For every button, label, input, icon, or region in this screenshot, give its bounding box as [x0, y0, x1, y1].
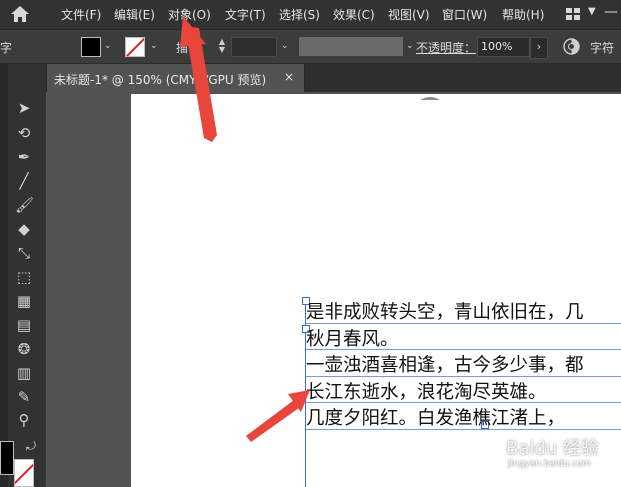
free-transform-tool-icon[interactable]: ⬚ — [15, 268, 33, 286]
menu-bar: 文件(F) 编辑(E) 对象(O) 文字(T) 选择(S) 效果(C) 视图(V… — [0, 0, 621, 30]
graph-tool-icon[interactable]: ▥ — [15, 364, 33, 382]
text-line: 一壶浊酒喜相逢，古今多少事，都 — [306, 353, 621, 380]
menu-window[interactable]: 窗口(W) — [442, 6, 487, 23]
variable-width-profile[interactable] — [299, 37, 403, 56]
watermark-url: jingyan.baidu.com — [508, 459, 592, 469]
eyedropper-tool-icon[interactable]: ✎ — [15, 388, 33, 406]
blend-tool-icon[interactable]: ❂ — [15, 340, 33, 358]
text-line: 长江东逝水，浪花淘尽英雄。 — [306, 380, 621, 407]
opacity-menu-button[interactable]: › — [530, 37, 548, 59]
stroke-weight-stepper[interactable]: ▲ ▼ — [217, 38, 227, 54]
close-icon[interactable]: × — [284, 70, 294, 84]
line-tool-icon[interactable]: ╱ — [15, 172, 33, 190]
swap-colors-icon[interactable]: ⤾ — [22, 437, 40, 455]
text-line: 几度夕阳红。白发渔樵江渚上， — [306, 406, 621, 433]
menu-object[interactable]: 对象(O) — [168, 6, 211, 23]
text-line: 是非成败转头空，青山依旧在，几 — [306, 300, 621, 327]
recolor-artwork-icon[interactable] — [563, 38, 580, 55]
document-tab[interactable]: 未标题-1* @ 150% (CMYK/GPU 预览) × — [46, 64, 305, 92]
watermark-logo: Baidu 经验 — [506, 438, 599, 459]
selection-tool-icon[interactable]: ➤ — [15, 99, 33, 117]
character-label-left: 字 — [0, 41, 13, 55]
opacity-label[interactable]: 不透明度： — [416, 39, 476, 56]
artboard-top-marker — [420, 97, 440, 100]
perspective-grid-tool-icon[interactable]: ▦ — [15, 292, 33, 310]
text-line: 秋月春风。 — [306, 327, 621, 354]
chevron-down-icon[interactable]: ⌄ — [281, 41, 289, 51]
chevron-down-icon[interactable]: ⌄ — [150, 41, 158, 51]
document-tab-title: 未标题-1* @ 150% (CMYK/GPU 预览) — [54, 73, 267, 87]
chevron-down-icon[interactable]: ⌄ — [406, 41, 414, 51]
home-icon[interactable] — [10, 5, 30, 23]
stroke-color-swatch[interactable] — [125, 37, 145, 57]
panel-edge — [0, 64, 8, 487]
chevron-down-icon[interactable]: ⌄ — [104, 41, 112, 51]
zoom-tool-icon[interactable]: ⚲ — [15, 411, 33, 429]
menu-file[interactable]: 文件(F) — [61, 6, 101, 23]
eraser-tool-icon[interactable]: ◆ — [15, 220, 33, 238]
pen-tool-icon[interactable]: ✒ — [15, 148, 33, 166]
chevron-down-icon[interactable]: ▼ — [588, 6, 596, 17]
fill-color-swatch[interactable] — [0, 441, 14, 475]
brush-tool-icon[interactable]: 🖌 — [15, 196, 34, 214]
workspace-grid-icon[interactable] — [566, 8, 580, 20]
opacity-input[interactable]: 100% — [477, 37, 530, 57]
menu-view[interactable]: 视图(V) — [388, 6, 430, 23]
text-frame[interactable]: 是非成败转头空，青山依旧在，几 秋月春风。 一壶浊酒喜相逢，古今多少事，都 长江… — [306, 300, 621, 433]
character-panel-label[interactable]: 字符 — [590, 39, 614, 56]
stroke-weight-input[interactable] — [231, 37, 277, 57]
scale-tool-icon[interactable]: ⤡ — [15, 244, 33, 262]
lasso-tool-icon[interactable]: ⟲ — [15, 124, 33, 142]
menu-type[interactable]: 文字(T) — [225, 6, 266, 23]
menu-help[interactable]: 帮助(H) — [502, 6, 544, 23]
gradient-tool-icon[interactable]: ▤ — [15, 316, 33, 334]
minimize-icon[interactable]: — — [604, 4, 618, 20]
stroke-color-swatch[interactable] — [14, 459, 34, 487]
menu-select[interactable]: 选择(S) — [279, 6, 320, 23]
menu-edit[interactable]: 编辑(E) — [114, 6, 155, 23]
fill-color-swatch[interactable] — [81, 37, 101, 57]
menu-effect[interactable]: 效果(C) — [333, 6, 375, 23]
stroke-label[interactable]: 描 — [176, 39, 188, 56]
